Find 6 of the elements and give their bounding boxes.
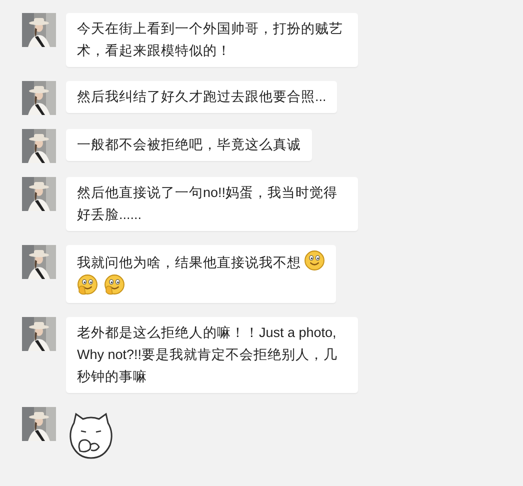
- message-text: 我就问他为啥，结果他直接说我不想: [77, 255, 301, 270]
- message-text: 老外都是这么拒绝人的嘛！！Just a photo, Why not?!!要是我就肯定不会拒绝别人，几秒钟的事嘛: [77, 325, 338, 384]
- message-text: 然后他直接说了一句no!!妈蛋，我当时觉得好丢脸......: [77, 185, 338, 222]
- message-text: 今天在街上看到一个外国帅哥，打扮的贼艺术，看起来跟模特似的！: [77, 21, 343, 58]
- message-text: 一般都不会被拒绝吧，毕竟这么真诚: [77, 137, 301, 152]
- message-text: 然后我纠结了好久才跑过去跟他要合照...: [77, 89, 326, 104]
